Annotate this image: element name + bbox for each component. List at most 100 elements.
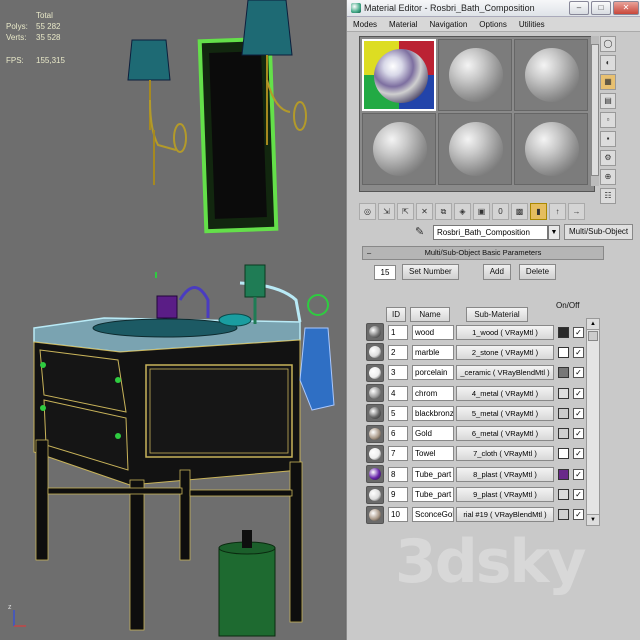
submaterial-preview[interactable]	[366, 444, 384, 463]
row-name-field[interactable]: SconceGold	[412, 507, 454, 523]
row-color-swatch[interactable]	[558, 346, 569, 358]
show-shaded-material-icon[interactable]: ▩	[511, 203, 528, 220]
row-submaterial-button[interactable]: 2_stone ( VRayMtl )	[456, 344, 554, 360]
slots-scrollbar[interactable]	[591, 36, 599, 186]
submaterial-preview[interactable]	[366, 505, 384, 524]
put-to-library-icon[interactable]: ▣	[473, 203, 490, 220]
row-onoff-checkbox[interactable]: ✓	[573, 387, 584, 399]
row-id-field[interactable]: 10	[388, 507, 408, 523]
row-submaterial-button[interactable]: 8_plast ( VRayMtl )	[456, 466, 554, 482]
menu-material[interactable]: Material	[383, 20, 423, 29]
material-name-field[interactable]: Rosbri_Bath_Composition	[433, 224, 548, 240]
row-onoff-checkbox[interactable]: ✓	[573, 326, 584, 338]
background-icon[interactable]: ▦	[600, 74, 616, 90]
row-color-swatch[interactable]	[558, 387, 569, 399]
table-scroll-thumb[interactable]	[588, 331, 598, 341]
row-id-field[interactable]: 1	[388, 324, 408, 340]
go-forward-sibling-icon[interactable]: →	[568, 203, 585, 220]
row-submaterial-button[interactable]: 6_metal ( VRayMtl )	[456, 426, 554, 442]
row-id-field[interactable]: 6	[388, 426, 408, 442]
submaterial-preview[interactable]	[366, 424, 384, 443]
maximize-button[interactable]: □	[591, 1, 611, 15]
header-submaterial[interactable]: Sub-Material	[466, 307, 528, 322]
row-id-field[interactable]: 4	[388, 385, 408, 401]
sample-slot-5[interactable]	[438, 113, 512, 185]
row-id-field[interactable]: 8	[388, 466, 408, 482]
row-onoff-checkbox[interactable]: ✓	[573, 428, 584, 440]
scroll-down-icon[interactable]: ▼	[587, 514, 599, 525]
reset-map-icon[interactable]: ✕	[416, 203, 433, 220]
sample-slot-4[interactable]	[362, 113, 436, 185]
scroll-up-icon[interactable]: ▲	[587, 319, 599, 330]
make-copy-icon[interactable]: ⧉	[435, 203, 452, 220]
row-onoff-checkbox[interactable]: ✓	[573, 367, 584, 379]
row-submaterial-button[interactable]: rial #19 ( VRayBlendMtl )	[456, 507, 554, 523]
sample-type-icon[interactable]: ◯	[600, 36, 616, 52]
submaterial-preview[interactable]	[366, 363, 384, 382]
row-name-field[interactable]: Towel	[412, 446, 454, 462]
row-name-field[interactable]: porcelain	[412, 365, 454, 381]
header-name[interactable]: Name	[410, 307, 450, 322]
row-name-field[interactable]: blackbronz	[412, 405, 454, 421]
row-color-swatch[interactable]	[558, 468, 569, 480]
row-onoff-checkbox[interactable]: ✓	[573, 468, 584, 480]
uv-tiling-icon[interactable]: ▤	[600, 93, 616, 109]
eyedropper-icon[interactable]: ✎	[415, 225, 429, 239]
row-id-field[interactable]: 7	[388, 446, 408, 462]
sample-slot-6[interactable]	[514, 113, 588, 185]
go-to-parent-icon[interactable]: ↑	[549, 203, 566, 220]
row-name-field[interactable]: marble	[412, 344, 454, 360]
scroll-thumb[interactable]	[591, 44, 599, 176]
submaterial-preview[interactable]	[366, 404, 384, 423]
collapse-icon[interactable]: –	[367, 247, 371, 259]
make-unique-icon[interactable]: ◈	[454, 203, 471, 220]
row-onoff-checkbox[interactable]: ✓	[573, 407, 584, 419]
row-submaterial-button[interactable]: 9_plast ( VRayMtl )	[456, 487, 554, 503]
row-color-swatch[interactable]	[558, 509, 569, 521]
submaterial-preview[interactable]	[366, 323, 384, 342]
row-name-field[interactable]: Tube_part	[412, 466, 454, 482]
row-id-field[interactable]: 2	[388, 344, 408, 360]
row-onoff-checkbox[interactable]: ✓	[573, 509, 584, 521]
backlight-icon[interactable]: ◐	[600, 55, 616, 71]
row-submaterial-button[interactable]: 1_wood ( VRayMtl )	[456, 324, 554, 340]
submaterial-preview[interactable]	[366, 485, 384, 504]
row-submaterial-button[interactable]: 4_metal ( VRayMtl )	[456, 385, 554, 401]
show-end-result-icon[interactable]: ▮	[530, 203, 547, 220]
row-name-field[interactable]: wood	[412, 324, 454, 340]
menu-navigation[interactable]: Navigation	[423, 20, 473, 29]
row-color-swatch[interactable]	[558, 367, 569, 379]
row-id-field[interactable]: 9	[388, 487, 408, 503]
header-id[interactable]: ID	[386, 307, 406, 322]
material-type-button[interactable]: Multi/Sub-Object	[564, 224, 634, 240]
row-submaterial-button[interactable]: 7_cloth ( VRayMtl )	[456, 446, 554, 462]
material-id-channel-icon[interactable]: 0	[492, 203, 509, 220]
row-submaterial-button[interactable]: _ceramic ( VRayBlendMtl )	[456, 365, 554, 381]
assign-to-selection-icon[interactable]: ⇱	[397, 203, 414, 220]
menu-utilities[interactable]: Utilities	[513, 20, 551, 29]
viewport-3d[interactable]: Total Polys: 55 282 Verts: 35 528 FPS: 1…	[0, 0, 345, 640]
row-name-field[interactable]: chrom	[412, 385, 454, 401]
video-color-check-icon[interactable]: ▫	[600, 112, 616, 128]
sample-slot-1[interactable]	[362, 39, 436, 111]
rollout-header[interactable]: – Multi/Sub-Object Basic Parameters	[362, 246, 604, 260]
chevron-down-icon[interactable]: ▼	[548, 224, 560, 240]
row-color-swatch[interactable]	[558, 448, 569, 460]
row-color-swatch[interactable]	[558, 428, 569, 440]
row-name-field[interactable]: Tube_part	[412, 487, 454, 503]
put-to-scene-icon[interactable]: ⇲	[378, 203, 395, 220]
row-name-field[interactable]: Gold	[412, 426, 454, 442]
close-button[interactable]: ✕	[613, 1, 639, 15]
row-onoff-checkbox[interactable]: ✓	[573, 448, 584, 460]
row-id-field[interactable]: 3	[388, 365, 408, 381]
row-submaterial-button[interactable]: 5_metal ( VRayMtl )	[456, 405, 554, 421]
row-onoff-checkbox[interactable]: ✓	[573, 489, 584, 501]
title-bar[interactable]: Material Editor - Rosbri_Bath_Compositio…	[347, 0, 640, 17]
get-material-icon[interactable]: ◎	[359, 203, 376, 220]
row-color-swatch[interactable]	[558, 489, 569, 501]
submaterial-preview[interactable]	[366, 343, 384, 362]
add-button[interactable]: Add	[482, 264, 511, 280]
sample-slot-2[interactable]	[438, 39, 512, 111]
material-count-field[interactable]: 15	[374, 264, 396, 280]
row-color-swatch[interactable]	[558, 326, 569, 338]
